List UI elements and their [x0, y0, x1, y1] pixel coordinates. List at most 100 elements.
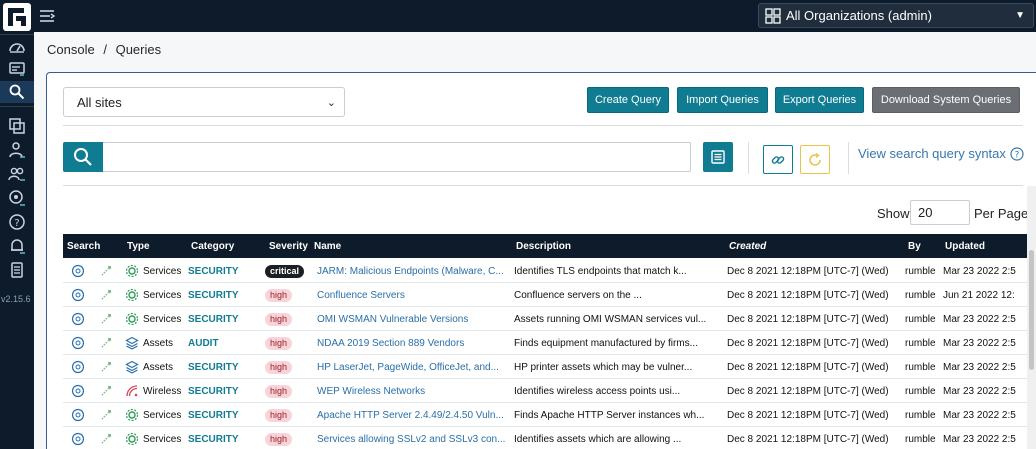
column-header-type[interactable]: Type	[127, 241, 150, 252]
run-search-icon[interactable]	[71, 427, 87, 449]
saved-queries-button[interactable]	[703, 142, 733, 172]
menu-toggle-icon[interactable]	[38, 7, 56, 25]
queries-icon[interactable]	[0, 81, 34, 103]
run-search-icon[interactable]	[71, 259, 87, 283]
run-search-icon[interactable]	[71, 403, 87, 427]
gear-icon	[125, 307, 139, 331]
scrollbar-thumb[interactable]	[1029, 250, 1034, 370]
category-cell: AUDIT	[188, 337, 219, 349]
edit-query-icon[interactable]	[99, 307, 115, 331]
dashboard-icon[interactable]	[5, 36, 29, 58]
site-select[interactable]: All sites ⌄	[63, 87, 345, 117]
edit-query-icon[interactable]	[99, 355, 115, 379]
svg-text:?: ?	[1015, 150, 1020, 160]
reports-icon[interactable]	[5, 58, 29, 80]
query-name-link[interactable]: JARM: Malicious Endpoints (Malware, C...	[317, 259, 513, 283]
table-row[interactable]: Services SECURITY high Apache HTTP Server 2…	[63, 403, 1036, 427]
query-name-link[interactable]: HP LaserJet, PageWide, OfficeJet, and...	[317, 355, 513, 379]
link-icon	[771, 155, 785, 164]
table-row[interactable]: Wireless SECURITY high WEP Wireless Network…	[63, 379, 1036, 403]
severity-cell: high	[265, 355, 311, 379]
run-search-icon[interactable]	[71, 355, 87, 379]
share-link-button[interactable]	[763, 145, 793, 174]
alerts-icon[interactable]	[5, 235, 29, 257]
search-syntax-link[interactable]: View search query syntax ?	[858, 146, 1024, 161]
edit-query-icon[interactable]	[99, 379, 115, 403]
app-logo[interactable]	[2, 2, 32, 32]
page-size-input[interactable]: 20	[910, 200, 970, 225]
create-query-button[interactable]: Create Query	[587, 87, 669, 113]
table-row[interactable]: Assets SECURITY high HP LaserJet, PageWide,…	[63, 355, 1036, 379]
run-search-icon[interactable]	[71, 307, 87, 331]
query-name-link[interactable]: Apache HTTP Server 2.4.49/2.4.50 Vuln...	[317, 403, 513, 427]
column-header-description[interactable]: Description	[516, 241, 571, 252]
breadcrumb-console[interactable]: Console	[47, 42, 95, 57]
query-name-link[interactable]: OMI WSMAN Vulnerable Versions	[317, 307, 513, 331]
table-row[interactable]: Services SECURITY high Services allowing SS…	[63, 427, 1036, 449]
query-name-link[interactable]: Confluence Servers	[317, 283, 513, 307]
run-search-icon[interactable]	[71, 331, 87, 355]
description-cell: Identifies wireless access points usi...	[514, 385, 681, 397]
table-row[interactable]: Services SECURITY critical JARM: Malicious …	[63, 259, 1036, 283]
tasks-icon[interactable]	[5, 259, 29, 281]
column-header-by[interactable]: By	[908, 241, 921, 252]
column-header-search[interactable]: Search	[67, 241, 100, 252]
run-search-icon[interactable]	[71, 379, 87, 403]
description-cell: Confluence servers on the ...	[514, 289, 642, 301]
severity-cell: high	[265, 403, 311, 427]
edit-query-icon[interactable]	[99, 259, 115, 283]
run-search-icon[interactable]	[71, 283, 87, 307]
column-header-updated[interactable]: Updated	[945, 241, 985, 252]
severity-badge: high	[265, 312, 293, 326]
edit-query-icon[interactable]	[99, 331, 115, 355]
main-content: Console / Queries All sites ⌄ Create Que…	[34, 32, 1036, 449]
export-queries-button[interactable]: Export Queries	[775, 87, 864, 113]
severity-badge: high	[265, 384, 293, 398]
edit-query-icon[interactable]	[99, 283, 115, 307]
column-header-category[interactable]: Category	[191, 241, 234, 252]
type-cell: Services	[143, 289, 182, 301]
query-name-link[interactable]: Services allowing SSLv2 and SSLv3 con...	[317, 427, 513, 449]
vertical-divider	[748, 142, 749, 174]
created-by-cell: rumble	[905, 337, 936, 349]
updated-cell: Mar 23 2022 2:5	[943, 361, 1016, 373]
column-header-created[interactable]: Created	[729, 241, 766, 252]
type-cell: Assets	[143, 337, 174, 349]
category-cell: SECURITY	[188, 409, 239, 421]
updated-cell: Mar 23 2022 2:5	[943, 337, 1016, 349]
top-bar: All Organizations (admin) ▼	[34, 0, 1036, 32]
table-row[interactable]: Services SECURITY high OMI WSMAN Vulnerable…	[63, 307, 1036, 331]
severity-badge: high	[265, 288, 293, 302]
table-row[interactable]: Assets AUDIT high NDAA 2019 Section 889 Ven…	[63, 331, 1036, 355]
column-header-severity[interactable]: Severity	[269, 241, 308, 252]
category-cell: SECURITY	[188, 433, 239, 445]
download-system-queries-button[interactable]: Download System Queries	[872, 87, 1020, 113]
column-header-name[interactable]: Name	[314, 241, 341, 252]
description-cell: Identifies assets which are allowing ...	[514, 433, 682, 445]
search-input[interactable]	[103, 142, 691, 172]
inventory-icon[interactable]	[5, 115, 29, 137]
help-icon[interactable]: ?	[5, 211, 29, 233]
edit-query-icon[interactable]	[99, 427, 115, 449]
gear-icon	[125, 427, 139, 449]
table-row[interactable]: Services SECURITY high Confluence Servers Co…	[63, 283, 1036, 307]
type-cell: Services	[143, 313, 182, 325]
question-circle-icon: ?	[1010, 146, 1024, 161]
category-cell: SECURITY	[188, 265, 239, 277]
search-button[interactable]	[63, 142, 103, 172]
import-queries-button[interactable]: Import Queries	[677, 87, 768, 113]
organization-select[interactable]: All Organizations (admin) ▼	[758, 3, 1034, 28]
updated-cell: Mar 23 2022 2:5	[943, 433, 1016, 445]
type-cell: Wireless	[143, 385, 182, 397]
severity-badge: high	[265, 432, 293, 446]
users-icon[interactable]	[5, 163, 29, 185]
query-name-link[interactable]: WEP Wireless Networks	[317, 379, 513, 403]
software-icon[interactable]	[5, 139, 29, 161]
sidebar: ? v2.15.6	[0, 0, 34, 449]
scan-icon[interactable]	[5, 187, 29, 209]
refresh-button[interactable]	[800, 145, 830, 174]
table-header: Search Type Category Severity Name Descr…	[63, 234, 1036, 258]
edit-query-icon[interactable]	[99, 403, 115, 427]
type-cell: Assets	[143, 361, 174, 373]
query-name-link[interactable]: NDAA 2019 Section 889 Vendors	[317, 331, 513, 355]
